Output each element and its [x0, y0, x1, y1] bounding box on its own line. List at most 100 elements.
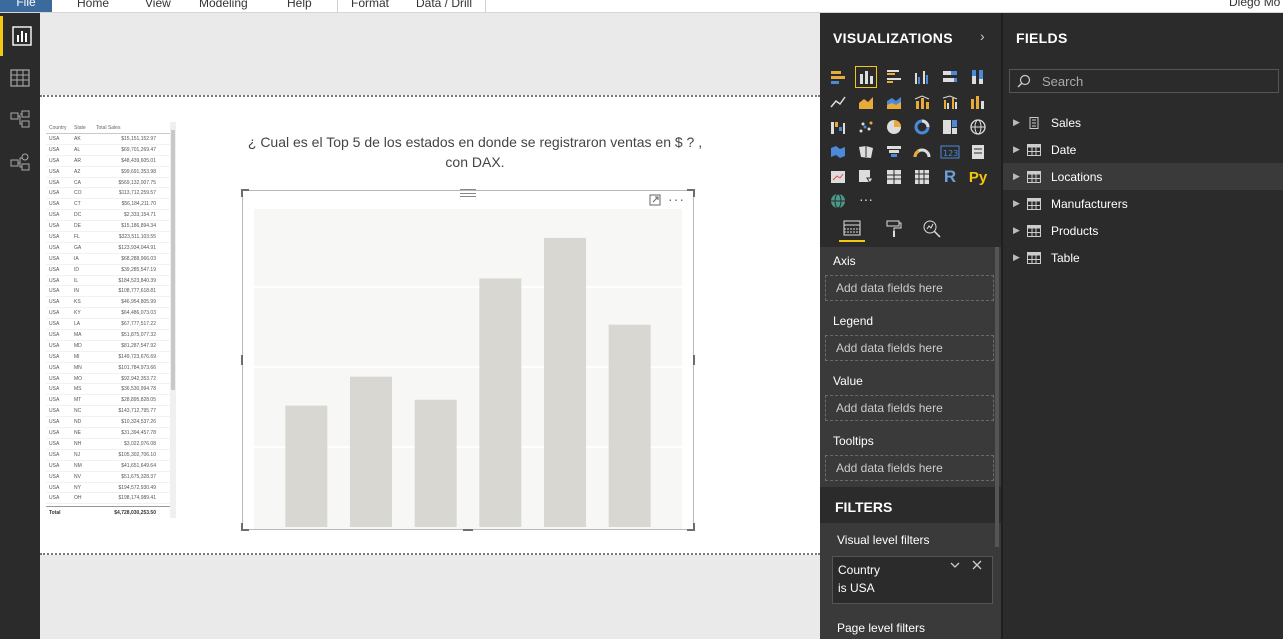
stacked-column-chart-icon[interactable] [855, 66, 877, 88]
analytics-tab[interactable] [919, 216, 945, 242]
table-row[interactable]: USA DE $15,186,894.34 [46, 221, 176, 233]
file-tab[interactable]: File [0, 0, 52, 12]
table-row[interactable]: USA MD $81,287,547.92 [46, 341, 176, 352]
report-canvas[interactable]: Country State Total Sales USA AK $15,151,1… [40, 13, 820, 639]
table-row[interactable]: USA CA $569,132,007.75 [46, 178, 176, 189]
map-icon[interactable] [967, 116, 989, 138]
resize-handle[interactable] [241, 523, 243, 531]
field-table-date[interactable]: ▶ Date [1003, 136, 1283, 163]
filter-card-country[interactable]: Country is USA [832, 556, 993, 604]
search-input[interactable] [1042, 70, 1272, 92]
table-row[interactable]: USA GA $123,934,044.91 [46, 243, 176, 254]
100-stacked-column-chart-icon[interactable] [967, 66, 989, 88]
table-header[interactable]: Country State Total Sales [46, 122, 176, 134]
chart-bar[interactable] [479, 278, 522, 527]
report-page[interactable]: Country State Total Sales USA AK $15,151,1… [40, 95, 820, 555]
menu-help[interactable]: Help [287, 0, 312, 11]
expand-chevron-icon[interactable]: ▶ [1013, 171, 1024, 182]
field-table-locations[interactable]: ▶ Locations [1003, 163, 1283, 190]
table-viz-icon[interactable] [883, 166, 905, 188]
line-and-stacked-column-chart-icon[interactable] [911, 91, 933, 113]
table-row[interactable]: USA FL $323,511,103.55 [46, 232, 176, 243]
table-row[interactable]: USA IN $108,777,618.81 [46, 286, 176, 298]
table-row[interactable]: USA MS $36,530,994.78 [46, 384, 176, 396]
table-row[interactable]: USA MO $92,942,353.72 [46, 374, 176, 385]
scatter-chart-icon[interactable] [855, 116, 877, 138]
menu-home[interactable]: Home [77, 0, 109, 11]
expand-chevron-icon[interactable]: ▶ [1013, 144, 1024, 155]
value-well[interactable]: Add data fields here [825, 395, 994, 421]
table-row[interactable]: USA NV $51,675,328.37 [46, 472, 176, 483]
drag-handle-icon[interactable] [460, 189, 476, 197]
python-visual-icon[interactable]: Py [967, 166, 989, 188]
legend-well[interactable]: Add data fields here [825, 335, 994, 361]
focus-mode-icon[interactable] [649, 194, 661, 209]
table-row[interactable]: USA MN $101,784,973.66 [46, 363, 176, 374]
expand-chevron-icon[interactable]: ▶ [1013, 252, 1024, 263]
resize-handle[interactable] [693, 189, 695, 197]
r-script-visual-icon[interactable]: R [939, 166, 961, 188]
more-visuals-icon[interactable]: ··· [855, 188, 877, 210]
more-options-icon[interactable]: ··· [668, 191, 685, 207]
table-row[interactable]: USA MT $28,895,828.05 [46, 395, 176, 407]
table-row[interactable]: USA IL $184,523,840.39 [46, 276, 176, 287]
table-row[interactable]: USA LA $67,777,517.22 [46, 319, 176, 331]
funnel-icon[interactable] [883, 141, 905, 163]
treemap-icon[interactable] [939, 116, 961, 138]
table-row[interactable]: USA NE $31,394,457.78 [46, 428, 176, 439]
dax-view-button[interactable] [0, 142, 40, 182]
table-row[interactable]: USA MA $51,875,077.32 [46, 330, 176, 341]
data-view-button[interactable] [0, 58, 40, 98]
field-table-products[interactable]: ▶ Products [1003, 217, 1283, 244]
shape-map-icon[interactable] [855, 141, 877, 163]
chart-bar[interactable] [414, 399, 457, 527]
clustered-column-chart-icon[interactable] [911, 66, 933, 88]
user-name[interactable]: Diego Mo [1229, 0, 1283, 9]
report-view-button[interactable] [0, 16, 40, 56]
table-row[interactable]: USA NC $143,712,795.77 [46, 406, 176, 418]
table-row[interactable]: USA ND $10,324,537.26 [46, 417, 176, 429]
clustered-bar-chart-icon[interactable] [883, 66, 905, 88]
table-row[interactable]: USA MI $149,723,676.69 [46, 352, 176, 363]
fields-tab[interactable] [839, 216, 865, 242]
stacked-bar-chart-icon[interactable] [827, 66, 849, 88]
table-row[interactable]: USA NY $194,572,930.49 [46, 483, 176, 494]
table-row[interactable]: USA AR $48,439,605.01 [46, 156, 176, 167]
expand-chevron-icon[interactable]: ▶ [1013, 225, 1024, 236]
resize-handle[interactable] [693, 523, 695, 531]
fields-search-box[interactable] [1009, 69, 1279, 93]
multi-row-card-icon[interactable] [967, 141, 989, 163]
card-icon[interactable]: 123 [939, 141, 961, 163]
chart-bar[interactable] [349, 376, 393, 527]
gauge-icon[interactable] [911, 141, 933, 163]
resize-handle[interactable] [241, 189, 243, 197]
table-row[interactable]: USA NH $3,022,076.08 [46, 439, 176, 450]
menu-format[interactable]: Format [351, 0, 389, 11]
filled-map-icon[interactable] [827, 141, 849, 163]
table-row[interactable]: USA KS $46,954,805.99 [46, 297, 176, 309]
chart-bar[interactable] [285, 405, 328, 527]
column-header-total-sales[interactable]: Total Sales [96, 122, 156, 133]
field-table-sales[interactable]: ▶ Sales [1003, 109, 1283, 136]
format-tab[interactable] [881, 216, 907, 242]
100-stacked-bar-chart-icon[interactable] [939, 66, 961, 88]
field-table-table[interactable]: ▶ Table [1003, 244, 1283, 271]
matrix-icon[interactable] [911, 166, 933, 188]
table-row[interactable]: USA AK $15,151,152.97 [46, 134, 176, 145]
pie-chart-icon[interactable] [883, 116, 905, 138]
table-row[interactable]: USA CT $56,184,211.70 [46, 199, 176, 211]
tooltips-well[interactable]: Add data fields here [825, 455, 994, 481]
pane-scrollbar[interactable] [995, 247, 999, 547]
ribbon-chart-icon[interactable] [967, 91, 989, 113]
menu-view[interactable]: View [145, 0, 171, 11]
table-visual[interactable]: Country State Total Sales USA AK $15,151,1… [46, 122, 176, 518]
table-row[interactable]: USA ID $39,285,547.19 [46, 265, 176, 276]
chevron-down-icon[interactable] [949, 559, 961, 574]
table-row[interactable]: USA OH $198,174,989.41 [46, 493, 176, 505]
table-row[interactable]: USA AL $69,701,269.47 [46, 145, 176, 156]
close-icon[interactable] [971, 559, 983, 574]
table-row[interactable]: USA AZ $99,691,353.98 [46, 167, 176, 178]
column-chart-visual[interactable]: ··· [241, 189, 695, 531]
line-and-clustered-column-chart-icon[interactable] [939, 91, 961, 113]
area-chart-icon[interactable] [855, 91, 877, 113]
